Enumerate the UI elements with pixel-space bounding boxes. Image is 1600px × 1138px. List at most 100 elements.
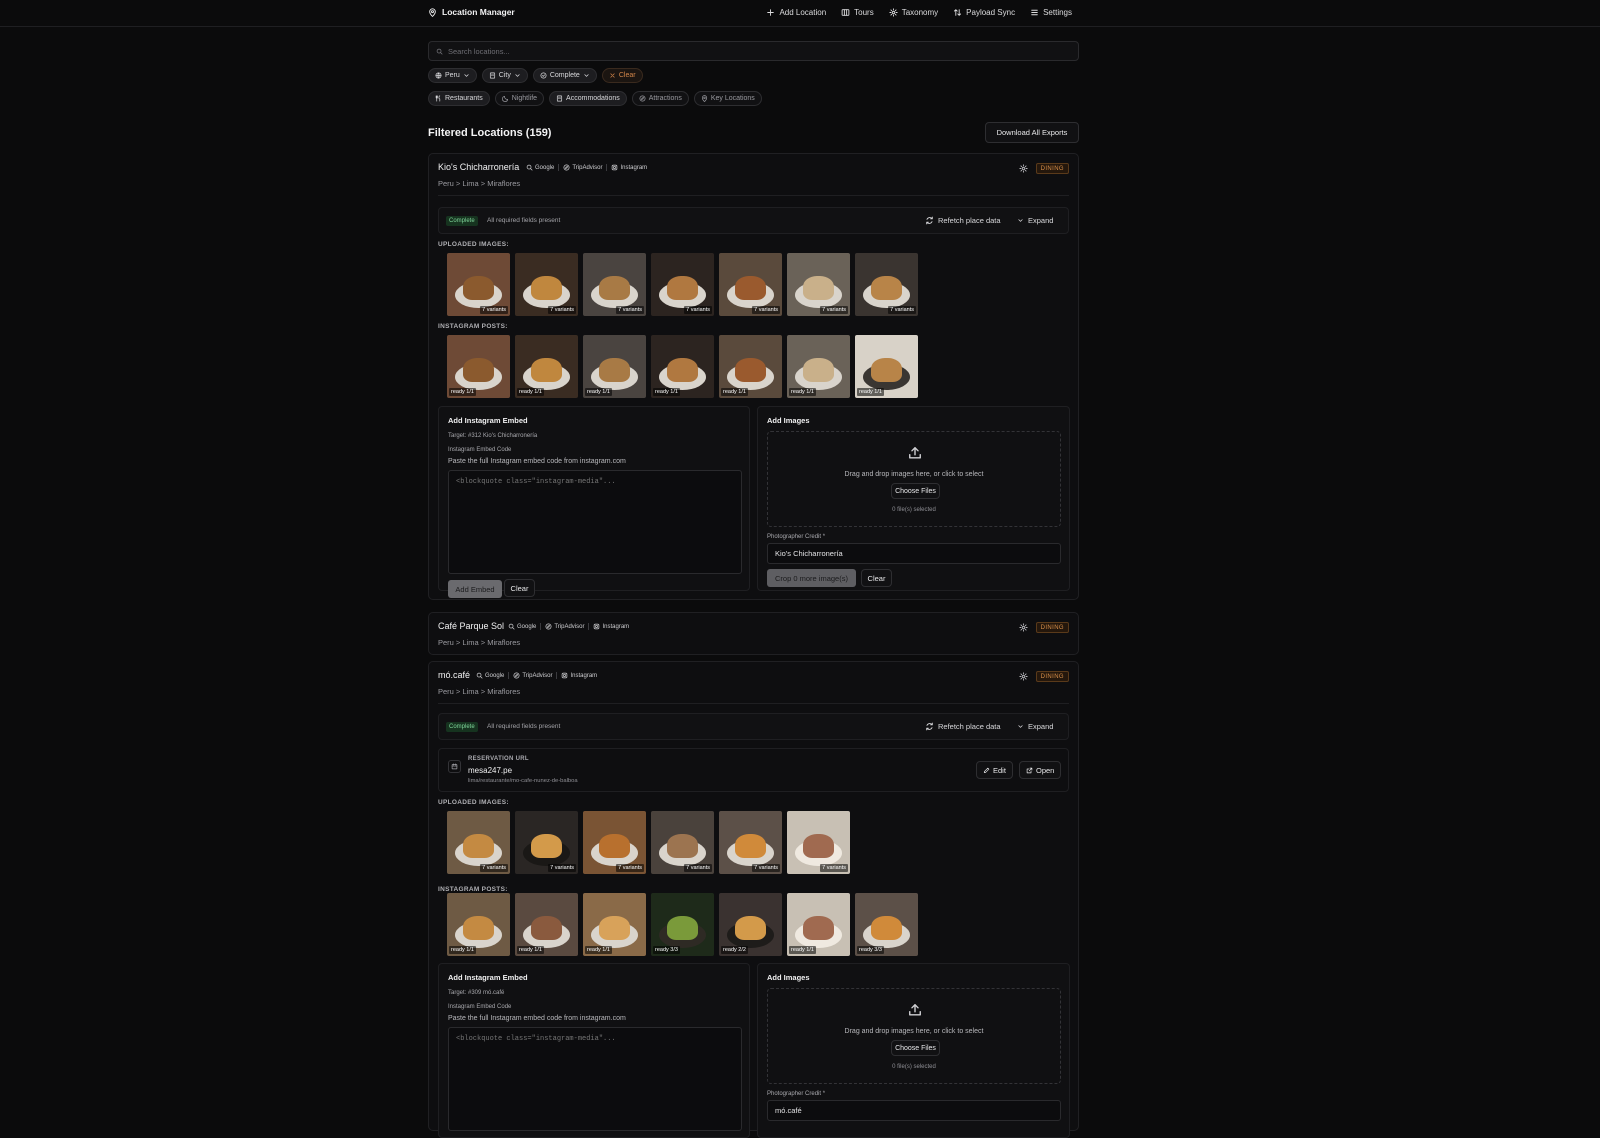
button-label: Open bbox=[1036, 765, 1055, 775]
instagram-post[interactable]: ready 1/1 bbox=[583, 893, 646, 956]
location-name[interactable]: Café Parque Sol bbox=[438, 621, 504, 631]
instagram-post[interactable]: ready 3/3 bbox=[855, 893, 918, 956]
nav-label: Settings bbox=[1043, 8, 1072, 17]
uploaded-image[interactable]: 7 variants bbox=[719, 811, 782, 874]
photographer-credit-input[interactable] bbox=[767, 543, 1061, 564]
expand-button[interactable]: Expand bbox=[1017, 722, 1053, 731]
embed-target: Target: #309 mó.café bbox=[448, 990, 505, 996]
instagram-post[interactable]: ready 1/1 bbox=[447, 335, 510, 398]
google-link[interactable]: Google bbox=[476, 672, 504, 679]
instagram-post[interactable]: ready 1/1 bbox=[651, 335, 714, 398]
download-all-button[interactable]: Download All Exports bbox=[985, 122, 1079, 143]
filter-type[interactable]: City bbox=[481, 68, 528, 83]
instagram-link[interactable]: Instagram bbox=[561, 672, 597, 679]
app-brand[interactable]: Location Manager bbox=[428, 7, 515, 17]
tripadvisor-link[interactable]: TripAdvisor bbox=[563, 164, 602, 171]
uploaded-image[interactable]: 7 variants bbox=[855, 253, 918, 316]
nav-add-location[interactable]: Add Location bbox=[766, 8, 826, 17]
category-key-locations[interactable]: Key Locations bbox=[693, 91, 762, 106]
google-link[interactable]: Google bbox=[526, 164, 554, 171]
open-reservation-button[interactable]: Open bbox=[1019, 761, 1062, 779]
image-dropzone[interactable]: Drag and drop images here, or click to s… bbox=[767, 988, 1061, 1084]
post-status: ready 1/1 bbox=[585, 946, 612, 954]
uploaded-image[interactable]: 7 variants bbox=[583, 811, 646, 874]
uploaded-image[interactable]: 7 variants bbox=[651, 811, 714, 874]
add-embed-button[interactable]: Add Embed bbox=[448, 580, 502, 598]
variant-count: 7 variants bbox=[820, 306, 848, 314]
uploaded-image[interactable]: 7 variants bbox=[719, 253, 782, 316]
embed-code-textarea[interactable] bbox=[448, 470, 742, 574]
chip-label: Restaurants bbox=[445, 95, 483, 102]
category-accommodations[interactable]: Accommodations bbox=[549, 91, 627, 106]
post-status: ready 1/1 bbox=[721, 388, 748, 396]
instagram-post[interactable]: ready 1/1 bbox=[447, 893, 510, 956]
uploaded-image[interactable]: 7 variants bbox=[787, 253, 850, 316]
nav-settings[interactable]: Settings bbox=[1030, 8, 1072, 17]
uploaded-image[interactable]: 7 variants bbox=[651, 253, 714, 316]
search-input[interactable] bbox=[448, 46, 1048, 56]
filter-status[interactable]: Complete bbox=[532, 68, 597, 83]
uploaded-image[interactable]: 7 variants bbox=[447, 253, 510, 316]
list-icon bbox=[1031, 9, 1038, 16]
category-attractions[interactable]: Attractions bbox=[631, 91, 689, 106]
image-food bbox=[803, 276, 834, 300]
instagram-post[interactable]: ready 1/1 bbox=[855, 335, 918, 398]
variant-count: 7 variants bbox=[616, 306, 644, 314]
post-status: ready 1/1 bbox=[449, 946, 476, 954]
files-selected-count: 0 file(s) selected bbox=[892, 507, 936, 513]
category-restaurants[interactable]: Restaurants bbox=[428, 91, 490, 106]
photographer-credit-label: Photographer Credit * bbox=[767, 1091, 826, 1097]
edit-reservation-button[interactable]: Edit bbox=[976, 761, 1013, 779]
clear-images-button[interactable]: Clear bbox=[861, 569, 892, 587]
breadcrumb: Peru > Lima > Miraflores bbox=[438, 687, 521, 696]
instagram-post[interactable]: ready 1/1 bbox=[787, 893, 850, 956]
crop-images-button[interactable]: Crop 0 more image(s) bbox=[767, 569, 856, 587]
nav-tours[interactable]: Tours bbox=[841, 8, 874, 17]
photographer-credit-input[interactable] bbox=[767, 1100, 1061, 1121]
nav-payload-sync[interactable]: Payload Sync bbox=[953, 8, 1015, 17]
clear-embed-button[interactable]: Clear bbox=[504, 579, 535, 597]
instagram-post[interactable]: ready 3/3 bbox=[651, 893, 714, 956]
gear-icon[interactable] bbox=[1019, 164, 1028, 173]
choose-files-button[interactable]: Choose Files bbox=[891, 483, 940, 499]
instagram-link[interactable]: Instagram bbox=[611, 164, 647, 171]
instagram-post[interactable]: ready 1/1 bbox=[515, 335, 578, 398]
instagram-post[interactable]: ready 1/1 bbox=[719, 335, 782, 398]
uploaded-image[interactable]: 7 variants bbox=[787, 811, 850, 874]
instagram-post[interactable]: ready 1/1 bbox=[515, 893, 578, 956]
location-name[interactable]: mó.café bbox=[438, 670, 470, 680]
image-food bbox=[531, 834, 562, 858]
instagram-post[interactable]: ready 1/1 bbox=[583, 335, 646, 398]
divider bbox=[438, 195, 1069, 196]
link-label: TripAdvisor bbox=[572, 164, 603, 171]
image-food bbox=[871, 358, 902, 382]
refetch-button[interactable]: Refetch place data bbox=[925, 216, 1001, 225]
tripadvisor-link[interactable]: TripAdvisor bbox=[513, 672, 552, 679]
embed-code-label: Instagram Embed Code bbox=[448, 447, 512, 453]
instagram-post[interactable]: ready 2/2 bbox=[719, 893, 782, 956]
google-link[interactable]: Google bbox=[508, 623, 536, 630]
instagram-post[interactable]: ready 1/1 bbox=[787, 335, 850, 398]
filter-country[interactable]: Peru bbox=[428, 68, 477, 83]
uploaded-image[interactable]: 7 variants bbox=[515, 253, 578, 316]
embed-code-textarea[interactable] bbox=[448, 1027, 742, 1131]
category-nightlife[interactable]: Nightlife bbox=[494, 91, 545, 106]
tripadvisor-link[interactable]: TripAdvisor bbox=[545, 623, 584, 630]
filter-chips: Peru City Complete Clear bbox=[428, 68, 643, 83]
gear-icon[interactable] bbox=[1019, 623, 1028, 632]
dropzone-text: Drag and drop images here, or click to s… bbox=[844, 1028, 984, 1035]
expand-button[interactable]: Expand bbox=[1017, 216, 1053, 225]
uploaded-image[interactable]: 7 variants bbox=[583, 253, 646, 316]
link-label: Instagram bbox=[602, 623, 630, 630]
filter-clear-button[interactable]: Clear bbox=[601, 68, 643, 83]
nav-taxonomy[interactable]: Taxonomy bbox=[889, 8, 938, 17]
refetch-button[interactable]: Refetch place data bbox=[925, 722, 1001, 731]
uploaded-image[interactable]: 7 variants bbox=[447, 811, 510, 874]
instagram-link[interactable]: Instagram bbox=[593, 623, 629, 630]
location-name[interactable]: Kio's Chicharronería bbox=[438, 162, 519, 172]
image-dropzone[interactable]: Drag and drop images here, or click to s… bbox=[767, 431, 1061, 527]
uploaded-image[interactable]: 7 variants bbox=[515, 811, 578, 874]
choose-files-button[interactable]: Choose Files bbox=[891, 1040, 940, 1056]
image-food bbox=[735, 358, 766, 382]
gear-icon[interactable] bbox=[1019, 672, 1028, 681]
